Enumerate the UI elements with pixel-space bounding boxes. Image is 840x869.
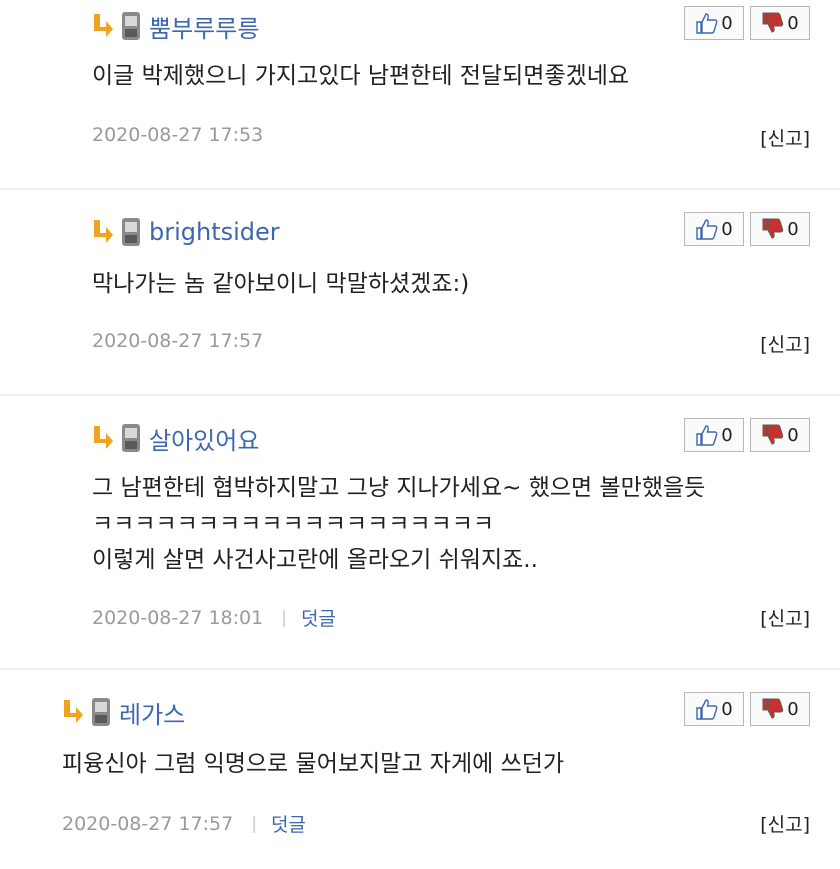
comment-date: 2020-08-27 17:57 <box>92 330 264 352</box>
thumbs-down-icon <box>762 218 784 239</box>
comment-author[interactable]: 레가스 <box>119 695 185 730</box>
thumbs-up-icon <box>696 699 718 720</box>
comment-date: 2020-08-27 17:53 <box>92 124 264 146</box>
like-button[interactable]: 0 <box>684 692 744 726</box>
like-count: 0 <box>721 12 733 34</box>
reply-arrow-icon <box>94 14 113 37</box>
thumbs-down-icon <box>762 424 784 445</box>
comment-item: 뿜부루루릉 0 0 이글 박제했으니 가지고있다 남편한테 전달되면좋겠네요 2… <box>0 6 840 186</box>
meta-separator: | <box>251 813 257 834</box>
report-link[interactable]: [신고] <box>760 810 810 837</box>
thumbs-down-icon <box>762 12 784 33</box>
mobile-phone-icon <box>122 12 140 40</box>
dislike-button[interactable]: 0 <box>750 212 810 246</box>
like-count: 0 <box>721 424 733 446</box>
reply-link[interactable]: 덧글 <box>301 604 336 631</box>
thumbs-up-icon <box>696 13 718 34</box>
comment-divider <box>0 668 840 670</box>
comment-meta: 2020-08-27 18:01 | 덧글 <box>92 604 336 631</box>
mobile-phone-icon <box>122 424 140 452</box>
comment-date: 2020-08-27 18:01 <box>92 606 264 629</box>
reply-arrow-icon <box>94 220 113 243</box>
mobile-phone-icon <box>122 218 140 246</box>
comment-date: 2020-08-27 17:57 <box>62 812 234 835</box>
dislike-count: 0 <box>787 218 799 240</box>
thumbs-down-icon <box>762 698 784 719</box>
comment-meta: 2020-08-27 17:57 | 덧글 <box>62 810 306 837</box>
dislike-count: 0 <box>787 12 799 34</box>
like-button[interactable]: 0 <box>684 212 744 246</box>
comment-divider <box>0 188 840 190</box>
reply-link[interactable]: 덧글 <box>271 810 306 837</box>
comment-divider <box>0 394 840 396</box>
reply-arrow-icon <box>64 700 83 723</box>
report-link[interactable]: [신고] <box>760 330 810 357</box>
thumbs-up-icon <box>696 219 718 240</box>
comment-author[interactable]: 뿜부루루릉 <box>149 9 259 44</box>
like-button[interactable]: 0 <box>684 6 744 40</box>
dislike-button[interactable]: 0 <box>750 418 810 452</box>
comment-text: 이글 박제했으니 가지고있다 남편한테 전달되면좋겠네요 <box>92 63 630 89</box>
comment-item: 레가스 0 0 피융신아 그럼 익명으로 물어보지말고 자게에 쓰던가 2020… <box>0 692 840 862</box>
reply-arrow-icon <box>94 426 113 449</box>
comment-item: brightsider 0 0 막나가는 놈 같아보이니 막말하셨겠죠:) 20… <box>0 212 840 382</box>
thumbs-up-icon <box>696 425 718 446</box>
comment-meta: 2020-08-27 17:53 <box>92 124 263 146</box>
dislike-button[interactable]: 0 <box>750 6 810 40</box>
dislike-count: 0 <box>787 698 799 720</box>
comment-author[interactable]: 살아있어요 <box>149 421 259 456</box>
comment-item: 살아있어요 0 0 그 남편한테 협박하지말고 그냥 지나가세요~ 했으면 볼만… <box>0 418 840 658</box>
report-link[interactable]: [신고] <box>760 124 810 151</box>
dislike-count: 0 <box>787 424 799 446</box>
comment-meta: 2020-08-27 17:57 <box>92 330 263 352</box>
comment-text: 막나가는 놈 같아보이니 막말하셨겠죠:) <box>92 271 470 297</box>
like-count: 0 <box>721 698 733 720</box>
comment-text: 그 남편한테 협박하지말고 그냥 지나가세요~ 했으면 볼만했을듯 ㅋㅋㅋㅋㅋㅋ… <box>92 475 706 573</box>
mobile-phone-icon <box>92 698 110 726</box>
comment-text: 피융신아 그럼 익명으로 물어보지말고 자게에 쓰던가 <box>62 751 565 777</box>
meta-separator: | <box>281 607 287 628</box>
dislike-button[interactable]: 0 <box>750 692 810 726</box>
like-count: 0 <box>721 218 733 240</box>
like-button[interactable]: 0 <box>684 418 744 452</box>
comment-author[interactable]: brightsider <box>149 218 280 246</box>
report-link[interactable]: [신고] <box>760 604 810 631</box>
